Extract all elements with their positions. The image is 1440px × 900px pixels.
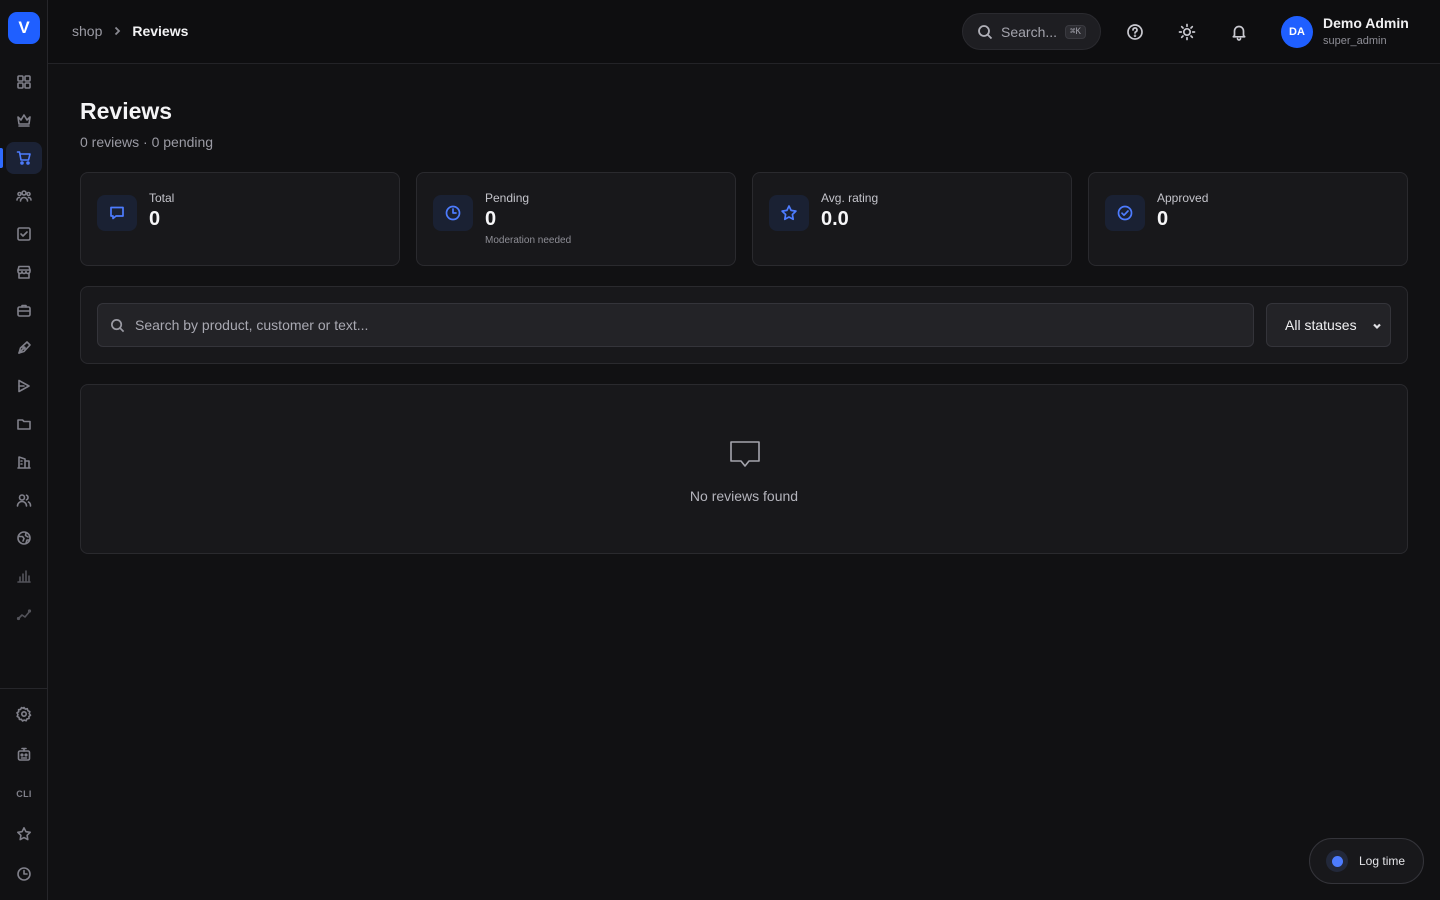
robot-icon	[17, 747, 31, 761]
sidebar-item-media[interactable]	[12, 374, 36, 398]
breadcrumb-shop-link[interactable]: shop	[72, 23, 102, 39]
message-square-icon	[110, 206, 124, 220]
team-icon	[16, 494, 32, 507]
trend-line-icon	[16, 609, 32, 621]
sidebar-item-users[interactable]	[12, 184, 36, 208]
sidebar-item-history[interactable]	[12, 862, 36, 886]
review-search-input[interactable]	[135, 317, 1253, 333]
stat-icon-wrap	[769, 195, 809, 231]
user-name[interactable]: Demo Admin	[1323, 15, 1409, 31]
stat-label: Approved	[1157, 191, 1209, 205]
sidebar-item-company[interactable]	[12, 450, 36, 474]
filter-card: All statuses	[80, 286, 1408, 364]
help-circle-icon	[1127, 24, 1143, 40]
bar-chart-icon	[17, 570, 31, 583]
sidebar-active-indicator	[0, 148, 3, 168]
sidebar-divider	[0, 688, 47, 689]
search-shortcut-badge: ⌘K	[1065, 24, 1086, 39]
stat-value: 0	[149, 208, 161, 230]
stat-value: 0	[485, 208, 497, 230]
stat-note: Moderation needed	[485, 235, 572, 246]
stat-label: Pending	[485, 191, 530, 205]
empty-state-text: No reviews found	[689, 488, 799, 504]
page-title: Reviews	[80, 98, 173, 124]
star-icon	[781, 205, 797, 221]
video-icon	[18, 379, 30, 393]
stat-icon-wrap	[97, 195, 137, 231]
crown-icon	[17, 114, 31, 127]
sidebar-item-team[interactable]	[12, 488, 36, 512]
briefcase-icon	[17, 304, 31, 317]
user-role: super_admin	[1323, 35, 1387, 47]
building-icon	[17, 456, 31, 469]
shopping-cart-icon	[16, 151, 31, 165]
stat-value: 0.0	[821, 208, 849, 230]
app-logo[interactable]: V	[8, 12, 40, 44]
help-button[interactable]	[1123, 20, 1147, 44]
message-square-icon	[727, 437, 763, 473]
star-icon	[17, 827, 31, 841]
reviews-list-card: No reviews found	[80, 384, 1408, 554]
stat-icon-wrap	[1105, 195, 1145, 231]
breadcrumb-current: Reviews	[132, 23, 189, 39]
check-circle-icon	[1117, 205, 1133, 221]
sidebar: V CLI	[0, 0, 48, 900]
search-icon	[111, 318, 125, 332]
storefront-icon	[17, 265, 31, 279]
globe-icon	[17, 531, 31, 545]
checkbox-icon	[17, 227, 31, 241]
chevron-down-icon	[1373, 323, 1381, 330]
folder-icon	[17, 419, 31, 430]
page-subtitle: 0 reviews · 0 pending	[80, 134, 214, 150]
sidebar-item-files[interactable]	[12, 412, 36, 436]
sidebar-item-store[interactable]	[12, 260, 36, 284]
timer-icon	[1326, 850, 1348, 872]
sidebar-item-tasks[interactable]	[12, 222, 36, 246]
sidebar-item-design[interactable]	[12, 336, 36, 360]
notifications-button[interactable]	[1227, 20, 1251, 44]
stat-label: Total	[149, 191, 175, 205]
status-filter-select[interactable]: All statuses	[1266, 303, 1391, 347]
stat-card-approved: Approved 0	[1088, 172, 1408, 266]
chevron-right-icon	[111, 25, 123, 37]
sidebar-item-jobs[interactable]	[12, 298, 36, 322]
clock-icon	[445, 205, 461, 221]
log-time-label: Log time	[1359, 854, 1406, 868]
stat-icon-wrap	[433, 195, 473, 231]
users-group-icon	[16, 190, 32, 202]
sidebar-item-cli[interactable]: CLI	[12, 782, 36, 806]
sun-icon	[1178, 23, 1196, 41]
review-search-field[interactable]	[97, 303, 1254, 347]
sidebar-item-settings[interactable]	[12, 702, 36, 726]
clock-icon	[17, 867, 31, 881]
global-search-placeholder: Search...	[1001, 23, 1058, 40]
sidebar-item-trends[interactable]	[12, 602, 36, 626]
global-search-button[interactable]: Search... ⌘K	[962, 13, 1101, 50]
sidebar-item-favorites[interactable]	[12, 822, 36, 846]
settings-gear-icon	[16, 706, 32, 722]
sidebar-item-dashboard[interactable]	[12, 70, 36, 94]
sidebar-item-bot[interactable]	[12, 742, 36, 766]
topbar: shop Reviews Search... ⌘K DA Demo Admin …	[48, 0, 1440, 64]
pen-tool-icon	[18, 341, 31, 354]
sidebar-item-web[interactable]	[12, 526, 36, 550]
status-filter-value: All statuses	[1285, 317, 1357, 333]
search-icon	[978, 24, 993, 39]
stat-value: 0	[1157, 208, 1169, 230]
sidebar-item-shop[interactable]	[6, 142, 42, 174]
breadcrumb: shop Reviews	[72, 23, 188, 39]
sidebar-item-premium[interactable]	[12, 108, 36, 132]
log-time-button[interactable]: Log time	[1309, 838, 1424, 884]
theme-toggle-button[interactable]	[1175, 20, 1199, 44]
user-avatar[interactable]: DA	[1281, 16, 1313, 48]
bell-icon	[1232, 25, 1246, 41]
stat-label: Avg. rating	[821, 191, 879, 205]
stat-card-pending: Pending 0 Moderation needed	[416, 172, 736, 266]
dashboard-grid-icon	[17, 75, 31, 89]
stat-card-total: Total 0	[80, 172, 400, 266]
stat-card-avg-rating: Avg. rating 0.0	[752, 172, 1072, 266]
sidebar-item-analytics[interactable]	[12, 564, 36, 588]
